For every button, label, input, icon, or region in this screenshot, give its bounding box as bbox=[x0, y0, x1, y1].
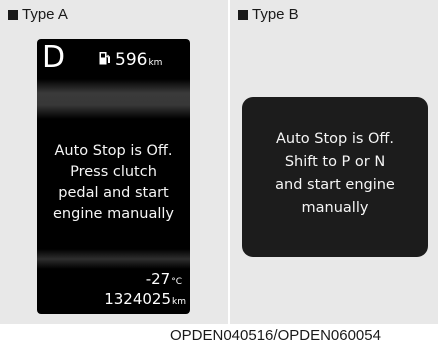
type-b-message-line: and start engine bbox=[275, 177, 395, 193]
type-b-label-text: Type B bbox=[252, 6, 299, 23]
type-a-cluster-display: D 596 km Auto Stop is Off. Press clutch … bbox=[37, 39, 190, 314]
top-divider-band bbox=[37, 79, 190, 119]
fuel-pump-icon bbox=[99, 52, 110, 65]
bullet-square-icon bbox=[238, 9, 248, 20]
type-b-message-line: Auto Stop is Off. bbox=[275, 131, 395, 147]
type-a-label-text: Type A bbox=[22, 6, 68, 23]
bullet-square-icon bbox=[8, 9, 18, 20]
type-b-message-line: manually bbox=[301, 200, 369, 216]
type-a-message-line: engine manually bbox=[53, 206, 174, 222]
figure-caption: OPDEN040516/OPDEN060054 bbox=[170, 327, 381, 344]
type-a-message-line: pedal and start bbox=[58, 185, 169, 201]
type-a-label: Type A bbox=[8, 6, 68, 23]
temperature-unit: °C bbox=[171, 277, 182, 287]
type-b-message: Auto Stop is Off. Shift to P or N and st… bbox=[242, 128, 428, 220]
fuel-range-readout: 596 km bbox=[99, 51, 162, 72]
type-b-label: Type B bbox=[238, 6, 299, 23]
gear-indicator: D bbox=[42, 40, 66, 75]
odometer-unit: km bbox=[172, 297, 186, 307]
fuel-range-value: 596 bbox=[115, 50, 148, 70]
type-b-cluster-display: Auto Stop is Off. Shift to P or N and st… bbox=[242, 97, 428, 257]
bottom-divider-band bbox=[37, 249, 190, 269]
type-b-message-line: Shift to P or N bbox=[284, 154, 386, 170]
type-a-message: Auto Stop is Off. Press clutch pedal and… bbox=[37, 141, 190, 225]
type-a-message-line: Press clutch bbox=[70, 164, 157, 180]
temperature-value: -27 bbox=[145, 270, 171, 288]
odometer-value: 1324025 bbox=[104, 290, 172, 308]
fuel-range-unit: km bbox=[148, 58, 163, 68]
odometer: 1324025 km bbox=[104, 291, 186, 311]
type-a-message-line: Auto Stop is Off. bbox=[54, 143, 173, 159]
outside-temperature: -27°C bbox=[146, 271, 182, 291]
